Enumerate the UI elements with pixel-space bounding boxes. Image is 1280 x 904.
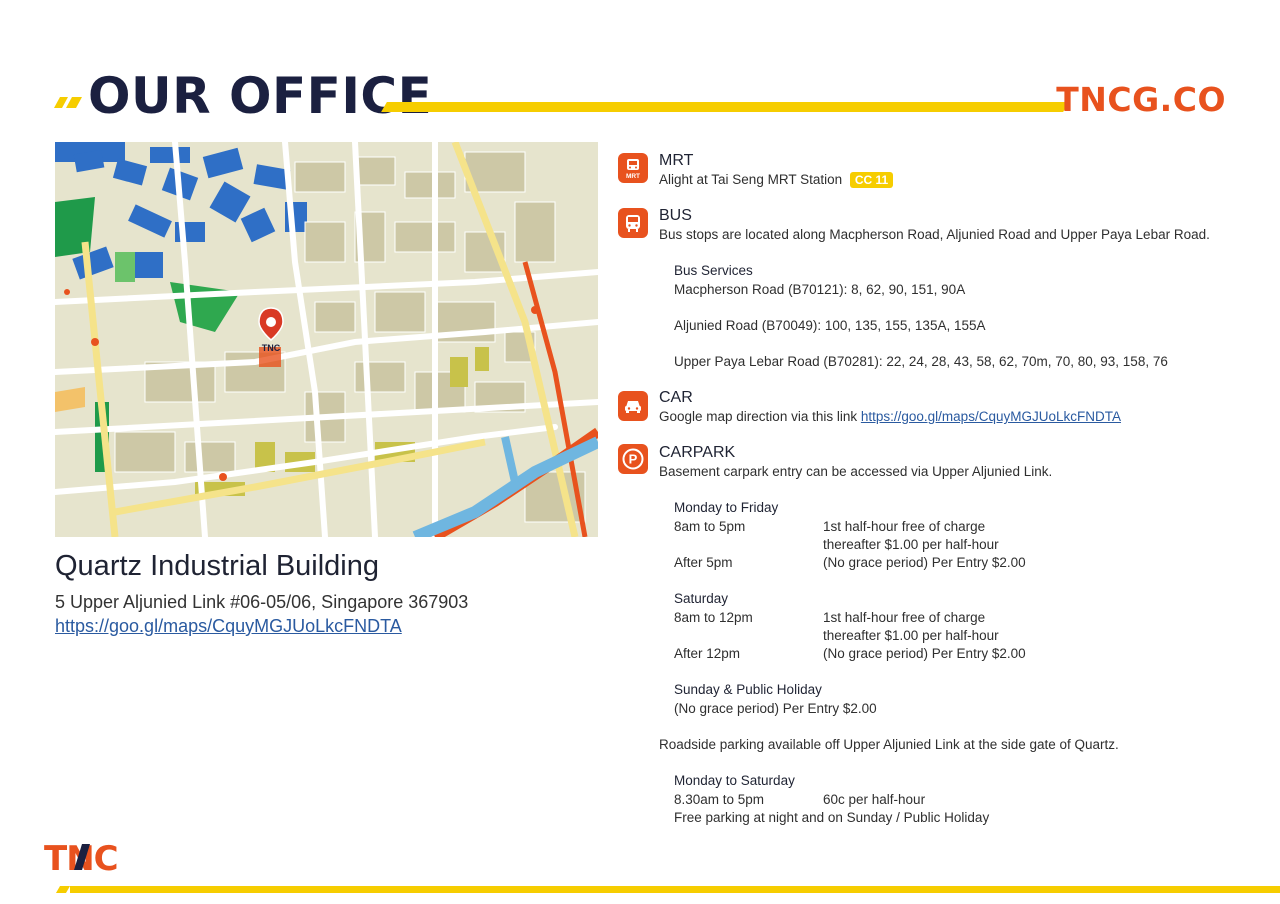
- building-address: 5 Upper Aljunied Link #06-05/06, Singapo…: [55, 592, 469, 612]
- mrt-station-badge: CC 11: [849, 172, 894, 188]
- page-title: OUR OFFICE: [88, 67, 433, 125]
- svg-text:P: P: [629, 452, 638, 467]
- tnc-logo: TNC: [44, 836, 134, 880]
- mon-sat-note: Free parking at night and on Sunday / Pu…: [674, 810, 990, 825]
- page-header: OUR OFFICE TNCG.CO: [54, 66, 1226, 126]
- weekday-r2-a: (No grace period) Per Entry $2.00: [823, 555, 1026, 570]
- weekday-r1-b: thereafter $1.00 per half-hour: [823, 537, 999, 552]
- location-map[interactable]: TNC: [55, 142, 598, 537]
- bus-text: Bus stops are located along Macpherson R…: [659, 227, 1210, 242]
- building-map-link[interactable]: https://goo.gl/maps/CquyMGJUoLkcFNDTA: [55, 616, 402, 637]
- weekday-title: Monday to Friday: [674, 500, 779, 515]
- weekday-r1-time: 8am to 5pm: [674, 519, 746, 534]
- saturday-r2-time: After 12pm: [674, 646, 741, 661]
- brand-name[interactable]: TNCG.CO: [1056, 80, 1226, 119]
- parking-icon: P: [618, 444, 648, 474]
- mrt-text-line: Alight at Tai Seng MRT Station CC 11: [659, 172, 894, 188]
- saturday-r1-b: thereafter $1.00 per half-hour: [823, 628, 999, 643]
- map-graphic: TNC: [55, 142, 598, 537]
- bus-service-upper-paya-lebar: Upper Paya Lebar Road (B70281): 22, 24, …: [674, 354, 1168, 369]
- saturday-title: Saturday: [674, 591, 729, 606]
- building-name: Quartz Industrial Building: [55, 550, 379, 582]
- svg-text:MRT: MRT: [626, 173, 640, 180]
- car-direction-link[interactable]: https://goo.gl/maps/CquyMGJUoLkcFNDTA: [861, 409, 1121, 424]
- header-slash-icon: [54, 97, 82, 108]
- saturday-r1-a: 1st half-hour free of charge: [823, 610, 986, 625]
- weekday-r2-time: After 5pm: [674, 555, 733, 570]
- bus-services-title: Bus Services: [674, 263, 753, 278]
- car-text-line: Google map direction via this link https…: [659, 409, 1121, 424]
- weekday-r1-a: 1st half-hour free of charge: [823, 519, 986, 534]
- svg-text:TNC: TNC: [262, 343, 281, 353]
- header-rule: [381, 102, 1069, 112]
- car-heading: CAR: [659, 389, 693, 406]
- mrt-text: Alight at Tai Seng MRT Station: [659, 172, 843, 187]
- bus-service-macpherson: Macpherson Road (B70121): 8, 62, 90, 151…: [674, 282, 966, 297]
- carpark-text: Basement carpark entry can be accessed v…: [659, 464, 1053, 479]
- sunday-title: Sunday & Public Holiday: [674, 682, 822, 697]
- mrt-train-icon: MRT: [618, 153, 648, 183]
- footer-slash: [55, 886, 71, 893]
- mrt-heading: MRT: [659, 152, 694, 169]
- car-icon: [618, 391, 648, 421]
- roadside-parking-text: Roadside parking available off Upper Alj…: [659, 737, 1119, 752]
- bus-heading: BUS: [659, 207, 692, 224]
- mon-sat-rate: 60c per half-hour: [823, 792, 926, 807]
- saturday-r1-time: 8am to 12pm: [674, 610, 753, 625]
- bus-service-aljunied: Aljunied Road (B70049): 100, 135, 155, 1…: [674, 318, 986, 333]
- sunday-text: (No grace period) Per Entry $2.00: [674, 701, 877, 716]
- bus-icon: [618, 208, 648, 238]
- mon-sat-title: Monday to Saturday: [674, 773, 795, 788]
- saturday-r2-a: (No grace period) Per Entry $2.00: [823, 646, 1026, 661]
- carpark-heading: CARPARK: [659, 444, 736, 461]
- car-text: Google map direction via this link: [659, 409, 858, 424]
- mon-sat-time: 8.30am to 5pm: [674, 792, 765, 807]
- footer-rule: [70, 886, 1280, 893]
